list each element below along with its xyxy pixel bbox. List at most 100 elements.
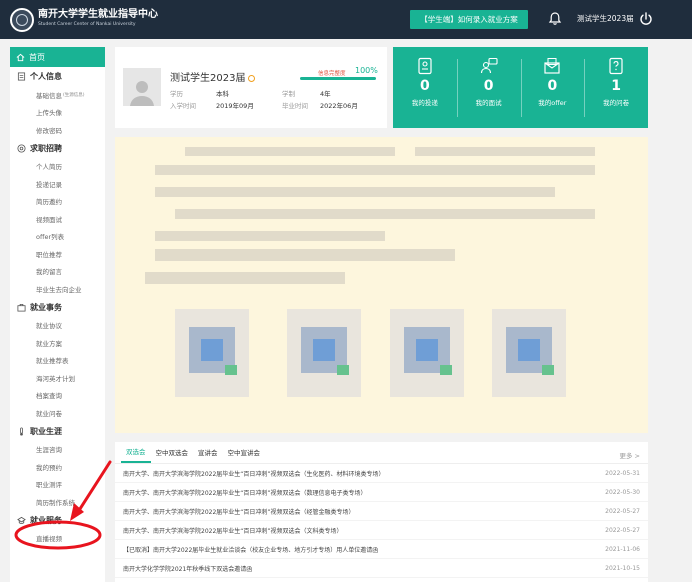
news-title[interactable]: 南开大学、南开大学滨海学院2022届毕业生“百日冲刺”视频双选会（生化医药、材料… — [123, 469, 385, 478]
field-value: 4年 — [320, 90, 331, 98]
person-doc-icon — [16, 72, 26, 82]
list-item[interactable]: 南开大学、南开大学滨海学院2022届毕业生“百日冲刺”视频双选会（生化医药、材料… — [115, 464, 648, 483]
site-subtitle: Student Career Center of Nankai Universi… — [38, 22, 136, 27]
site-title: 南开大学学生就业指导中心 — [38, 9, 158, 20]
stats-panel: 0 我的投递 0 我的面试 0 我的offer 1 我的问卷 — [393, 47, 648, 128]
thermometer-icon — [16, 426, 26, 436]
tab-online-presentation[interactable]: 空中宣讲会 — [223, 447, 266, 463]
news-title[interactable]: 南开大学、南开大学滨海学院2022届毕业生“百日冲刺”视频双选会（经管金融类专场… — [123, 507, 355, 516]
sidebar-item-home[interactable]: 首页 — [10, 47, 105, 67]
list-item[interactable]: 【已取消】南开大学2022届毕业生就业洽谈会（校友企业专场、地方引才专场）用人单… — [115, 540, 648, 559]
news-date: 2022-05-27 — [605, 526, 640, 534]
sidebar-item-invitations[interactable]: 简历邀约 — [10, 193, 105, 211]
sidebar-group-personal[interactable]: 个人信息 — [10, 67, 105, 86]
sidebar-item-offer-list[interactable]: offer列表 — [10, 228, 105, 246]
field-label: 入学时间 — [170, 102, 196, 110]
home-icon — [16, 53, 25, 61]
stat-label: 我的offer — [538, 99, 567, 107]
sidebar-item-consult[interactable]: 生涯咨询 — [10, 441, 105, 459]
news-title[interactable]: 南开大学化学学院2021年秋季线下双选会邀请函 — [123, 564, 252, 573]
stat-value: 0 — [547, 78, 558, 94]
user-name[interactable]: 测试学生2023届 — [577, 13, 634, 24]
service-icon — [16, 515, 26, 525]
stat-value: 0 — [420, 78, 430, 94]
sidebar-item-live-video[interactable]: 直播视频 — [10, 530, 105, 548]
stat-interviews[interactable]: 0 我的面试 — [456, 47, 521, 128]
questionnaire-icon — [607, 57, 625, 75]
stat-offers[interactable]: 0 我的offer — [520, 47, 585, 128]
news-tabs: 双选会 空中双选会 宣讲会 空中宣讲会 更多 > — [115, 442, 648, 464]
sidebar-item-archive[interactable]: 档案查询 — [10, 387, 105, 405]
site-brand[interactable]: 南开大学学生就业指导中心 Student Career Center of Na… — [38, 9, 158, 28]
sidebar-group-job-search[interactable]: 求职招聘 — [10, 139, 105, 158]
news-date: 2022-05-31 — [605, 469, 640, 477]
sidebar-item-change-password[interactable]: 修改密码 — [10, 121, 105, 139]
profile-card: 测试学生2023届 信息完整度 100% 学历 本科 学制 4年 入学时间 20… — [115, 47, 387, 128]
news-date: 2022-05-30 — [605, 488, 640, 496]
sidebar-item-job-recommend[interactable]: 职位推荐 — [10, 245, 105, 263]
list-item[interactable]: 南开大学、南开大学滨海学院2022届毕业生“百日冲刺”视频双选会（文科类专场） 2… — [115, 521, 648, 540]
sidebar-item-appointments[interactable]: 我的预约 — [10, 458, 105, 476]
sidebar-item-resume-builder[interactable]: 简历制作系统 — [10, 493, 105, 511]
sidebar-group-label: 就业服务 — [30, 515, 62, 525]
stat-surveys[interactable]: 1 我的问卷 — [584, 47, 648, 128]
sidebar-item-assessment[interactable]: 职业测评 — [10, 476, 105, 494]
guide-button[interactable]: 【学生端】如何录入就业方案 — [410, 10, 528, 29]
completion-bar — [300, 77, 376, 80]
sidebar-item-label: 基础信息 — [36, 91, 62, 100]
sidebar-item-grad-companies[interactable]: 毕业生去向企业 — [10, 280, 105, 298]
sidebar-group-label: 就业事务 — [30, 302, 62, 312]
news-title[interactable]: 南开大学、南开大学滨海学院2022届毕业生“百日冲刺”视频双选会（数理信息电子类… — [123, 488, 367, 497]
sidebar-item-agreement[interactable]: 就业协议 — [10, 317, 105, 335]
logo-icon[interactable] — [10, 8, 34, 32]
news-title[interactable]: 【已取消】南开大学2022届毕业生就业洽谈会（校友企业专场、地方引才专场）用人单… — [123, 545, 378, 554]
tab-online-job-fair[interactable]: 空中双选会 — [151, 447, 194, 463]
completion-label: 信息完整度 — [318, 71, 346, 77]
sidebar: 首页 个人信息 基础信息 (生源信息) 上传头像 修改密码 求职招聘 个人简历 投… — [10, 47, 105, 582]
bell-icon[interactable] — [546, 10, 564, 28]
sidebar-group-label: 求职招聘 — [30, 143, 62, 153]
news-date: 2022-05-27 — [605, 507, 640, 515]
tab-job-fair[interactable]: 双选会 — [121, 446, 151, 463]
people-chat-icon — [480, 57, 498, 75]
briefcase-icon — [16, 302, 26, 312]
sidebar-item-messages[interactable]: 我的留言 — [10, 263, 105, 281]
field-value: 2022年06月 — [320, 102, 358, 110]
sidebar-item-resume[interactable]: 个人简历 — [10, 158, 105, 176]
sidebar-item-basic-info[interactable]: 基础信息 (生源信息) — [10, 86, 105, 104]
sidebar-item-recommend-form[interactable]: 就业推荐表 — [10, 352, 105, 370]
list-item[interactable]: 南开大学、南开大学滨海学院2022届毕业生“百日冲刺”视频双选会（经管金融类专场… — [115, 502, 648, 521]
verified-icon — [248, 74, 256, 82]
news-date: 2021-10-15 — [605, 564, 640, 572]
sidebar-item-note: (生源信息) — [63, 92, 85, 98]
profile-name-text: 测试学生2023届 — [170, 73, 246, 84]
list-item[interactable]: 南开大学化学学院2021年秋季线下双选会邀请函 2021-10-15 — [115, 559, 648, 578]
sidebar-item-video-interview[interactable]: 视频面试 — [10, 210, 105, 228]
avatar[interactable] — [123, 68, 161, 106]
more-link[interactable]: 更多 > — [619, 450, 640, 460]
sidebar-item-label: 首页 — [29, 52, 45, 62]
news-title[interactable]: 南开大学、南开大学滨海学院2022届毕业生“百日冲刺”视频双选会（文科类专场） — [123, 526, 343, 535]
power-icon[interactable] — [637, 10, 655, 28]
stat-applications[interactable]: 0 我的投递 — [393, 47, 457, 128]
tab-presentation[interactable]: 宣讲会 — [193, 447, 223, 463]
stat-label: 我的问卷 — [603, 99, 630, 107]
sidebar-group-label: 职业生涯 — [30, 426, 62, 436]
sidebar-item-applications[interactable]: 投递记录 — [10, 175, 105, 193]
sidebar-item-plan[interactable]: 就业方案 — [10, 334, 105, 352]
sidebar-group-label: 个人信息 — [30, 72, 62, 81]
sidebar-item-upload-avatar[interactable]: 上传头像 — [10, 104, 105, 122]
field-label: 毕业时间 — [282, 102, 308, 110]
field-value: 2019年09月 — [216, 102, 254, 110]
sidebar-group-career[interactable]: 职业生涯 — [10, 422, 105, 441]
stat-value: 0 — [483, 78, 494, 94]
sidebar-group-employment[interactable]: 就业事务 — [10, 298, 105, 317]
news-date: 2021-11-06 — [605, 545, 640, 553]
stat-value: 1 — [611, 78, 621, 94]
notice-banner — [115, 137, 648, 433]
sidebar-group-services[interactable]: 就业服务 — [10, 511, 105, 530]
list-item[interactable]: 南开大学、南开大学滨海学院2022届毕业生“百日冲刺”视频双选会（数理信息电子类… — [115, 483, 648, 502]
sidebar-item-survey[interactable]: 就业问卷 — [10, 404, 105, 422]
sidebar-item-haihe-plan[interactable]: 海河英才计划 — [10, 369, 105, 387]
field-label: 学制 — [282, 90, 295, 98]
